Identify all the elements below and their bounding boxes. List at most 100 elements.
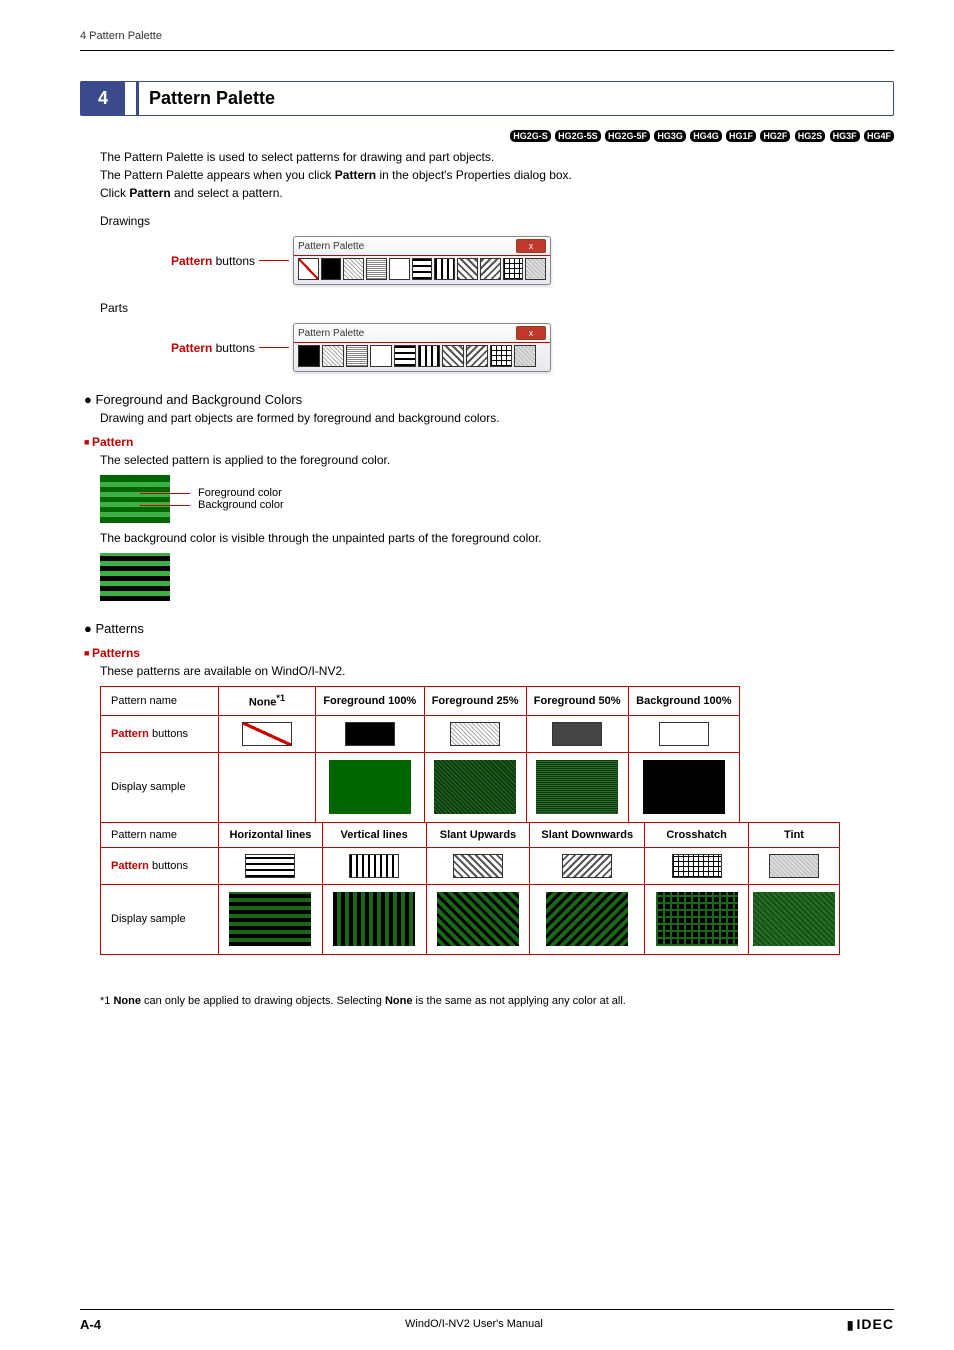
pattern-crosshatch[interactable] [490, 345, 512, 367]
cell: Foreground 25% [424, 687, 526, 716]
cell: Background 100% [628, 687, 739, 716]
patterns-table-2: Pattern name Horizontal lines Vertical l… [100, 822, 840, 955]
badge: HG3G [654, 130, 686, 142]
callout-line [259, 347, 289, 348]
cell [315, 752, 424, 822]
cell: None*1 [219, 687, 316, 716]
patterns-table-1: Pattern name None*1 Foreground 100% Fore… [100, 686, 740, 823]
cell: Pattern buttons [101, 715, 219, 752]
pattern-slant-down[interactable] [480, 258, 501, 280]
pattern-tint[interactable] [525, 258, 546, 280]
cell [526, 752, 628, 822]
pattern-vlines[interactable] [434, 258, 455, 280]
patterns-heading: Patterns [84, 621, 894, 636]
cell [219, 715, 316, 752]
pattern-none[interactable] [298, 258, 319, 280]
callout-fg: Foreground color [180, 487, 284, 499]
pattern-buttons-label: Pattern buttons [100, 341, 255, 355]
callout-bg: Background color [180, 499, 284, 511]
pattern-fg100[interactable] [298, 345, 320, 367]
title-gap [125, 82, 139, 115]
pattern-bg100[interactable] [370, 345, 392, 367]
cell: Slant Downwards [530, 822, 645, 847]
cell: Pattern name [101, 822, 219, 847]
pattern-vlines[interactable] [418, 345, 440, 367]
cell: Foreground 50% [526, 687, 628, 716]
cell [322, 847, 426, 884]
cell [526, 715, 628, 752]
pattern-palette-window: Pattern Palette x [293, 236, 551, 285]
demo-swatch [100, 475, 170, 523]
fgbg-heading: Foreground and Background Colors [84, 392, 894, 407]
cell: Pattern name [101, 687, 219, 716]
badge: HG2S [795, 130, 826, 142]
text: and select a pattern. [171, 186, 283, 200]
cell [530, 847, 645, 884]
badge: HG1F [726, 130, 756, 142]
cell [219, 752, 316, 822]
running-header: 4 Pattern Palette [80, 30, 894, 42]
pattern-crosshatch[interactable] [503, 258, 524, 280]
pattern-subheading: Pattern [84, 435, 894, 449]
pattern-tint[interactable] [514, 345, 536, 367]
text-bold: Pattern [335, 168, 376, 182]
section-number: 4 [81, 82, 125, 115]
pattern-hlines[interactable] [394, 345, 416, 367]
cell [530, 884, 645, 954]
pattern-fg25[interactable] [343, 258, 364, 280]
callout-line [259, 260, 289, 261]
text: in the object's Properties dialog box. [376, 168, 572, 182]
palette-title: Pattern Palette [298, 241, 364, 252]
palette-title: Pattern Palette [298, 328, 364, 339]
intro-1: The Pattern Palette is used to select pa… [100, 150, 894, 164]
badge: HG4G [690, 130, 722, 142]
pattern-fg50[interactable] [346, 345, 368, 367]
intro-3: Click Pattern and select a pattern. [100, 186, 894, 200]
pattern-slant-up[interactable] [442, 345, 464, 367]
pattern-slant-up[interactable] [457, 258, 478, 280]
fg-demo: Foreground color Background color [100, 475, 894, 523]
pattern-fg50[interactable] [366, 258, 387, 280]
cell [749, 847, 840, 884]
cell [219, 847, 323, 884]
pattern-line1: The selected pattern is applied to the f… [100, 453, 894, 467]
badge: HG2G-5S [555, 130, 601, 142]
pattern-slant-down[interactable] [466, 345, 488, 367]
cell [628, 715, 739, 752]
parts-label: Parts [100, 301, 894, 315]
divider [80, 50, 894, 51]
cell: Tint [749, 822, 840, 847]
cell [424, 715, 526, 752]
pattern-palette-window: Pattern Palette x [293, 323, 551, 372]
parts-palette-row: Pattern buttons Pattern Palette x [100, 323, 894, 372]
cell: Pattern buttons [101, 847, 219, 884]
cell [749, 884, 840, 954]
footnote: *1 None can only be applied to drawing o… [100, 995, 894, 1007]
model-badges: HG2G-S HG2G-5S HG2G-5F HG3G HG4G HG1F HG… [80, 128, 894, 142]
pattern-fg100[interactable] [321, 258, 342, 280]
cell: Vertical lines [322, 822, 426, 847]
close-icon[interactable]: x [516, 326, 546, 340]
intro-2: The Pattern Palette appears when you cli… [100, 168, 894, 182]
cell [645, 847, 749, 884]
idec-logo: IDEC [847, 1316, 894, 1332]
cell [315, 715, 424, 752]
text: Click [100, 186, 129, 200]
cell [322, 884, 426, 954]
close-icon[interactable]: x [516, 239, 546, 253]
section-heading: Pattern Palette [139, 82, 285, 115]
cell: Slant Upwards [426, 822, 530, 847]
pattern-hlines[interactable] [412, 258, 433, 280]
text: The Pattern Palette appears when you cli… [100, 168, 335, 182]
cell [645, 884, 749, 954]
drawings-palette-row: Pattern buttons Pattern Palette x [100, 236, 894, 285]
pattern-line2: The background color is visible through … [100, 531, 894, 545]
bg-demo [100, 553, 170, 601]
pattern-fg25[interactable] [322, 345, 344, 367]
pattern-buttons-label: Pattern buttons [100, 254, 255, 268]
pattern-bg100[interactable] [389, 258, 410, 280]
cell: Crosshatch [645, 822, 749, 847]
badge: HG4F [864, 130, 894, 142]
text-bold: Pattern [129, 186, 170, 200]
cell: Display sample [101, 752, 219, 822]
